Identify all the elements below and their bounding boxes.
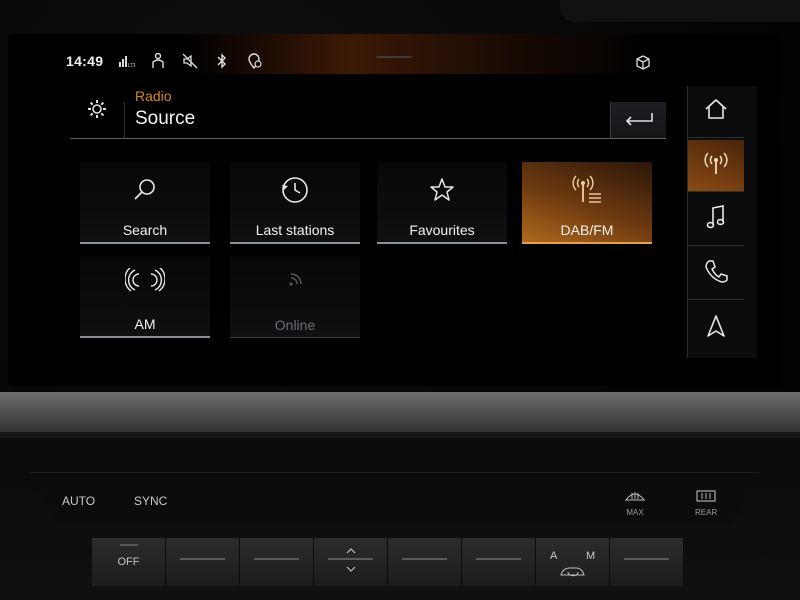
settings-button[interactable] bbox=[70, 84, 124, 138]
tile-label: Last stations bbox=[255, 222, 335, 238]
temp-left-key-2[interactable] bbox=[240, 538, 314, 586]
header-divider bbox=[124, 102, 125, 138]
sync-button[interactable]: SYNC bbox=[134, 494, 167, 508]
recirculation-icon bbox=[558, 564, 588, 583]
fan-speed-arrows-icon bbox=[344, 546, 358, 579]
tile-label: Favourites bbox=[409, 222, 475, 238]
online-radio-icon bbox=[230, 268, 360, 300]
sidebar-item-radio[interactable] bbox=[688, 140, 744, 192]
windshield-defrost-icon bbox=[624, 489, 646, 507]
status-bar: 14:49 LTE bbox=[66, 50, 263, 72]
key-indicator bbox=[120, 544, 138, 546]
sidebar bbox=[687, 86, 757, 358]
star-icon bbox=[377, 174, 507, 206]
recirc-m-label: M bbox=[586, 550, 596, 562]
key-bar bbox=[402, 558, 447, 560]
dashboard-trim bbox=[560, 0, 800, 22]
tile-label: AM bbox=[134, 316, 156, 332]
key-bar bbox=[180, 558, 225, 560]
search-icon bbox=[80, 174, 210, 206]
tile-label: Search bbox=[122, 222, 168, 238]
fan-speed-key[interactable] bbox=[314, 538, 388, 586]
sidebar-item-home[interactable] bbox=[688, 86, 744, 138]
key-bar bbox=[254, 558, 299, 560]
svg-text:LTE: LTE bbox=[128, 63, 135, 69]
back-arrow-icon bbox=[623, 110, 655, 131]
passenger-icon bbox=[149, 52, 167, 70]
rear-label: REAR bbox=[695, 508, 718, 517]
auto-button[interactable]: AUTO bbox=[62, 494, 95, 508]
chrome-trim bbox=[0, 392, 800, 438]
key-bar bbox=[476, 558, 521, 560]
back-button[interactable] bbox=[610, 102, 666, 138]
pull-down-handle[interactable] bbox=[376, 56, 412, 58]
phone-icon bbox=[703, 258, 729, 289]
key-bar bbox=[624, 558, 669, 560]
bluetooth-icon bbox=[213, 52, 231, 70]
off-button[interactable]: OFF bbox=[92, 538, 166, 586]
tile-last-stations[interactable]: Last stations bbox=[230, 162, 360, 244]
breadcrumb: Radio bbox=[135, 88, 172, 104]
history-icon bbox=[230, 174, 360, 206]
climate-control-panel: AUTO SYNC MAX REAR OFF A M bbox=[0, 438, 800, 600]
gear-icon bbox=[86, 98, 108, 125]
temp-right-key[interactable] bbox=[388, 538, 462, 586]
sidebar-item-phone[interactable] bbox=[688, 248, 744, 300]
home-icon bbox=[703, 96, 729, 127]
mute-icon bbox=[181, 52, 199, 70]
infotainment-screen: 14:49 LTE Radio Source bbox=[8, 34, 780, 386]
music-icon bbox=[704, 203, 728, 236]
rear-defrost-icon bbox=[695, 489, 717, 507]
dab-fm-icon bbox=[522, 174, 652, 206]
tile-search[interactable]: Search bbox=[80, 162, 210, 244]
recirc-a-label: A bbox=[550, 550, 558, 562]
recirculation-button[interactable]: A M bbox=[536, 538, 610, 586]
temp-left-key[interactable] bbox=[166, 538, 240, 586]
sidebar-item-music[interactable] bbox=[688, 194, 744, 246]
max-label: MAX bbox=[626, 508, 644, 517]
location-icon bbox=[245, 52, 263, 70]
navigation-icon bbox=[704, 313, 728, 344]
radio-icon bbox=[702, 149, 730, 182]
tile-online: Online bbox=[230, 256, 360, 338]
am-icon bbox=[80, 268, 210, 300]
climate-right-key[interactable] bbox=[610, 538, 684, 586]
tile-dab-fm[interactable]: DAB/FM bbox=[522, 162, 652, 244]
tile-am[interactable]: AM bbox=[80, 256, 210, 338]
tile-favourites[interactable]: Favourites bbox=[377, 162, 507, 244]
tile-label: Online bbox=[274, 317, 316, 333]
max-defrost-button[interactable]: MAX bbox=[624, 489, 646, 517]
page-header: Radio Source bbox=[70, 84, 666, 139]
sidebar-item-navigation[interactable] bbox=[688, 302, 744, 354]
tile-label: DAB/FM bbox=[560, 222, 614, 238]
lte-signal-icon: LTE bbox=[117, 52, 135, 70]
page-title: Source bbox=[135, 108, 196, 129]
climate-key-row: OFF A M bbox=[92, 538, 702, 586]
rear-defrost-button[interactable]: REAR bbox=[695, 489, 717, 517]
cube-icon[interactable] bbox=[634, 54, 652, 72]
off-label: OFF bbox=[117, 556, 140, 568]
temp-right-key-2[interactable] bbox=[462, 538, 536, 586]
status-time: 14:49 bbox=[66, 53, 104, 69]
